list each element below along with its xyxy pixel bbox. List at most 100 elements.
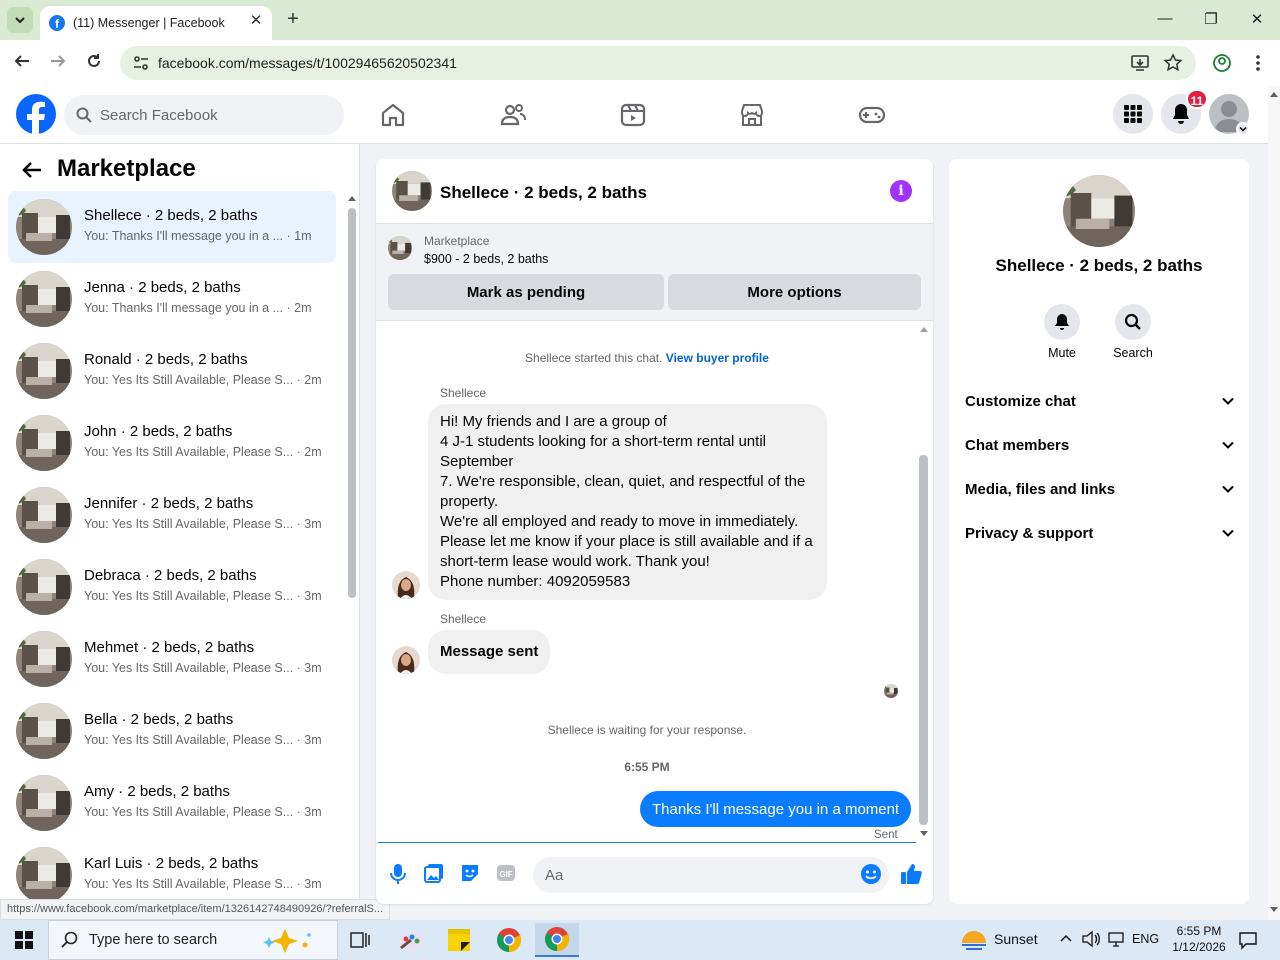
thread-item[interactable]: Jenna · 2 beds, 2 baths You: Thanks I'll …: [8, 263, 336, 335]
thread-time: · 3m: [296, 805, 322, 819]
page-scrollbar[interactable]: [1268, 86, 1280, 920]
account-chevron-icon[interactable]: [1236, 122, 1250, 136]
back-arrow-icon[interactable]: [20, 158, 44, 182]
thread-preview-text: You: Thanks I'll message you in a ...: [84, 301, 284, 315]
new-tab-button[interactable]: +: [283, 9, 303, 29]
chat-listing-avatar[interactable]: [392, 171, 432, 211]
details-section-label: Chat members: [965, 436, 1070, 454]
thread-item[interactable]: Shellece · 2 beds, 2 baths You: Thanks I'…: [8, 191, 336, 263]
network-icon[interactable]: [1106, 930, 1126, 951]
listing-profile-photo[interactable]: [1063, 175, 1135, 247]
nav-marketplace-icon[interactable]: [737, 100, 767, 130]
back-button[interactable]: [11, 52, 33, 74]
window-close-button[interactable]: ✕: [1247, 10, 1267, 30]
search-in-chat-button[interactable]: [1115, 304, 1151, 340]
search-icon: [1124, 313, 1141, 330]
composer-divider: [378, 842, 916, 843]
taskbar-search-box[interactable]: Type here to search: [48, 920, 338, 960]
speaker-icon[interactable]: [1081, 930, 1101, 951]
incoming-message-bubble[interactable]: Message sent: [428, 630, 551, 674]
thread-item[interactable]: Bella · 2 beds, 2 baths You: Yes Its Stil…: [8, 695, 336, 767]
thread-avatar: [16, 199, 72, 255]
thread-name: Jenna · 2 beds, 2 baths: [84, 279, 241, 296]
clock-time: 6:55 PM: [1176, 924, 1222, 938]
thread-item[interactable]: Mehmet · 2 beds, 2 baths You: Yes Its Sti…: [8, 623, 336, 695]
thread-item[interactable]: Ronald · 2 beds, 2 baths You: Yes Its Sti…: [8, 335, 336, 407]
taskbar-app-chrome-icon[interactable]: [487, 923, 531, 957]
minimize-button[interactable]: —: [1155, 10, 1175, 30]
thread-list-scroll-thumb[interactable]: [348, 208, 356, 598]
task-view-icon[interactable]: [338, 923, 382, 957]
mark-as-pending-button[interactable]: Mark as pending: [388, 274, 664, 310]
taskbar-clock[interactable]: 6:55 PM 1/12/2026: [1170, 923, 1228, 955]
page-title: Marketplace: [57, 155, 196, 182]
mute-button[interactable]: [1044, 304, 1080, 340]
details-section-row[interactable]: Media, files and links: [965, 469, 1235, 509]
thumbs-up-icon[interactable]: [899, 862, 923, 889]
sender-avatar[interactable]: [392, 571, 420, 599]
conversation-info-icon[interactable]: i: [890, 180, 912, 202]
taskbar-app-sticky-notes-icon[interactable]: [437, 923, 481, 957]
thread-preview: You: Yes Its Still Available, Please S..…: [84, 445, 322, 459]
outgoing-message-bubble[interactable]: Thanks I'll message you in a moment: [640, 791, 912, 827]
thread-item[interactable]: Jennifer · 2 beds, 2 baths You: Yes Its S…: [8, 479, 336, 551]
thread-avatar: [16, 343, 72, 399]
details-section-row[interactable]: Customize chat: [965, 381, 1235, 421]
details-section-row[interactable]: Chat members: [965, 425, 1235, 465]
taskbar-app-paint-icon[interactable]: [389, 923, 433, 957]
listing-thumbnail[interactable]: [388, 236, 412, 260]
thread-preview: You: Yes Its Still Available, Please S..…: [84, 589, 322, 603]
tab-search-button[interactable]: [7, 7, 33, 33]
nav-video-icon[interactable]: [618, 100, 648, 130]
nav-gaming-icon[interactable]: [857, 100, 887, 130]
thread-name: Debraca · 2 beds, 2 baths: [84, 567, 257, 584]
thread-preview-text: You: Yes Its Still Available, Please S..…: [84, 517, 294, 531]
address-bar[interactable]: facebook.com/messages/t/1002946562050234…: [120, 46, 1196, 80]
windows-start-icon[interactable]: [0, 920, 48, 960]
more-options-button[interactable]: More options: [668, 274, 921, 310]
sender-avatar[interactable]: [392, 646, 420, 674]
attach-photo-icon[interactable]: [423, 862, 447, 886]
install-app-icon[interactable]: [1130, 53, 1150, 76]
thread-time: · 3m: [296, 733, 322, 747]
thread-item[interactable]: John · 2 beds, 2 baths You: Yes Its Still…: [8, 407, 336, 479]
show-hidden-icons-chevron-icon[interactable]: [1059, 932, 1073, 949]
details-section-label: Privacy & support: [965, 524, 1094, 542]
action-center-icon[interactable]: [1238, 930, 1258, 953]
forward-button[interactable]: [47, 52, 69, 74]
gif-icon[interactable]: GIF: [495, 862, 519, 886]
details-section-row[interactable]: Privacy & support: [965, 513, 1235, 553]
facebook-search-input[interactable]: Search Facebook: [64, 95, 344, 135]
tab-title: (11) Messenger | Facebook: [73, 16, 225, 30]
thread-avatar: [16, 271, 72, 327]
incoming-message-bubble[interactable]: Hi! My friends and I are a group of 4 J-…: [428, 404, 827, 600]
taskbar-app-chrome-active-icon[interactable]: [535, 923, 579, 957]
chat-title[interactable]: Shellece · 2 beds, 2 baths: [440, 183, 647, 203]
nav-home-icon[interactable]: [378, 100, 408, 130]
view-buyer-profile-link[interactable]: View buyer profile: [666, 351, 769, 365]
site-settings-icon[interactable]: [132, 54, 150, 72]
reload-button[interactable]: [83, 52, 105, 74]
message-input[interactable]: Aa: [533, 857, 889, 893]
time-divider: 6:55 PM: [624, 760, 670, 774]
microphone-icon[interactable]: [387, 862, 411, 886]
chevron-down-icon: [1222, 485, 1234, 493]
restore-button[interactable]: ❐: [1201, 10, 1221, 30]
profile-icon[interactable]: [1212, 53, 1232, 76]
taskbar-weather[interactable]: Sunset: [960, 927, 1038, 951]
nav-friends-icon[interactable]: [498, 100, 528, 130]
bookmark-star-icon[interactable]: [1163, 53, 1183, 76]
emoji-icon[interactable]: [860, 863, 882, 888]
thread-name: John · 2 beds, 2 baths: [84, 423, 233, 440]
thread-item[interactable]: Amy · 2 beds, 2 baths You: Yes Its Still …: [8, 767, 336, 839]
tab-close-icon[interactable]: ✕: [248, 12, 264, 29]
menu-kebab-icon[interactable]: [1250, 53, 1266, 76]
input-language[interactable]: ENG: [1132, 932, 1159, 946]
facebook-logo-icon[interactable]: [16, 94, 56, 134]
thread-item[interactable]: Debraca · 2 beds, 2 baths You: Yes Its St…: [8, 551, 336, 623]
menu-grid-button[interactable]: [1113, 94, 1153, 134]
sticker-icon[interactable]: [459, 862, 483, 886]
listing-price[interactable]: $900 - 2 beds, 2 baths: [424, 252, 548, 266]
browser-tab-active[interactable]: f (11) Messenger | Facebook: [40, 6, 272, 40]
messages-scroll-thumb[interactable]: [919, 455, 928, 825]
